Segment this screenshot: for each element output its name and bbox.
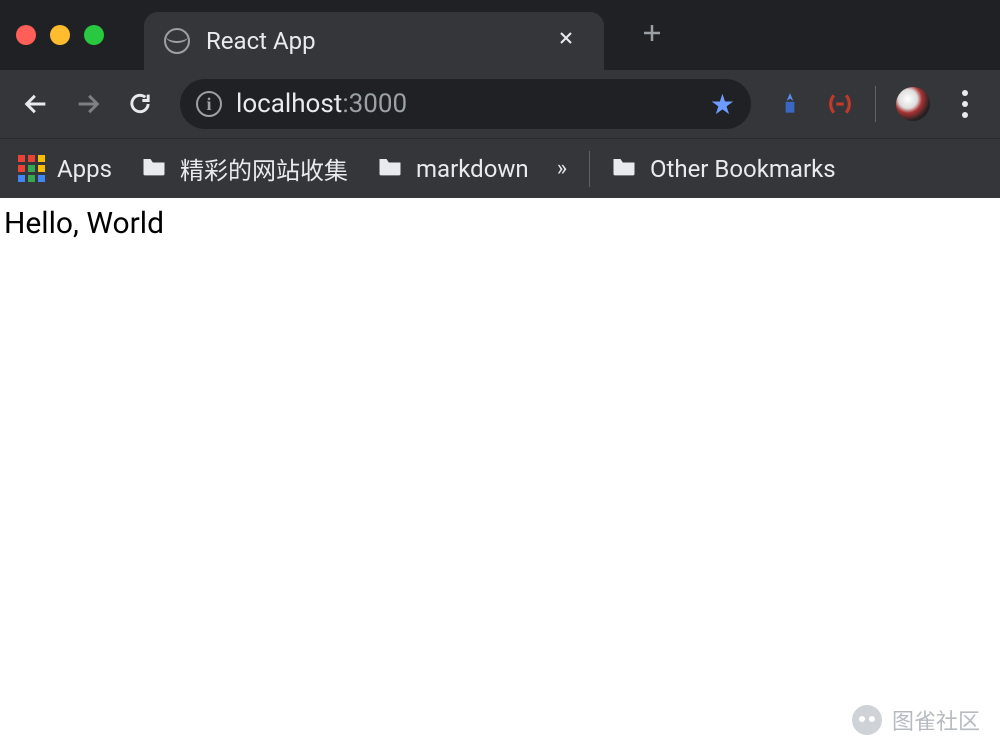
divider: [589, 151, 590, 187]
site-info-icon[interactable]: i: [196, 91, 222, 117]
extension-icon[interactable]: [775, 89, 805, 119]
new-tab-button[interactable]: [630, 14, 674, 57]
titlebar: React App: [0, 0, 1000, 70]
browser-tab[interactable]: React App: [144, 12, 604, 70]
bookmark-label: 精彩的网站收集: [180, 151, 348, 186]
close-tab-button[interactable]: [548, 24, 584, 58]
browser-chrome: React App i localhost:3000 ★: [0, 0, 1000, 198]
close-window-button[interactable]: [16, 25, 36, 45]
globe-icon: [164, 28, 190, 54]
extension-icon[interactable]: [825, 89, 855, 119]
wechat-icon: [852, 705, 882, 735]
other-bookmarks-label: Other Bookmarks: [650, 155, 836, 183]
folder-icon: [610, 152, 638, 186]
profile-avatar[interactable]: [896, 87, 930, 121]
page-content: Hello, World: [0, 198, 1000, 249]
back-button[interactable]: [14, 82, 58, 126]
bookmark-star-icon[interactable]: ★: [710, 88, 735, 121]
apps-grid-icon: [18, 155, 45, 182]
watermark: 图雀社区: [852, 704, 980, 736]
bookmark-label: markdown: [416, 155, 529, 183]
apps-button[interactable]: Apps: [18, 155, 112, 183]
url-port: :3000: [342, 89, 407, 119]
bookmarks-bar: Apps 精彩的网站收集 markdown » Other Bookmarks: [0, 138, 1000, 198]
watermark-text: 图雀社区: [892, 704, 980, 736]
divider: [875, 86, 876, 122]
bookmark-folder[interactable]: 精彩的网站收集: [140, 151, 348, 186]
window-controls: [16, 25, 104, 45]
url-host: localhost: [236, 89, 342, 119]
other-bookmarks-button[interactable]: Other Bookmarks: [610, 152, 836, 186]
folder-icon: [376, 152, 404, 186]
url-text: localhost:3000: [236, 89, 696, 119]
folder-icon: [140, 152, 168, 186]
maximize-window-button[interactable]: [84, 25, 104, 45]
extensions-area: [769, 82, 986, 126]
address-bar[interactable]: i localhost:3000 ★: [180, 79, 751, 129]
apps-label: Apps: [57, 155, 112, 183]
toolbar: i localhost:3000 ★: [0, 70, 1000, 138]
bookmark-folder[interactable]: markdown: [376, 152, 529, 186]
menu-button[interactable]: [950, 82, 980, 126]
page-body-text: Hello, World: [4, 206, 164, 241]
reload-button[interactable]: [118, 82, 162, 126]
tab-title: React App: [206, 27, 532, 55]
minimize-window-button[interactable]: [50, 25, 70, 45]
forward-button[interactable]: [66, 82, 110, 126]
bookmarks-overflow-button[interactable]: »: [557, 156, 569, 181]
